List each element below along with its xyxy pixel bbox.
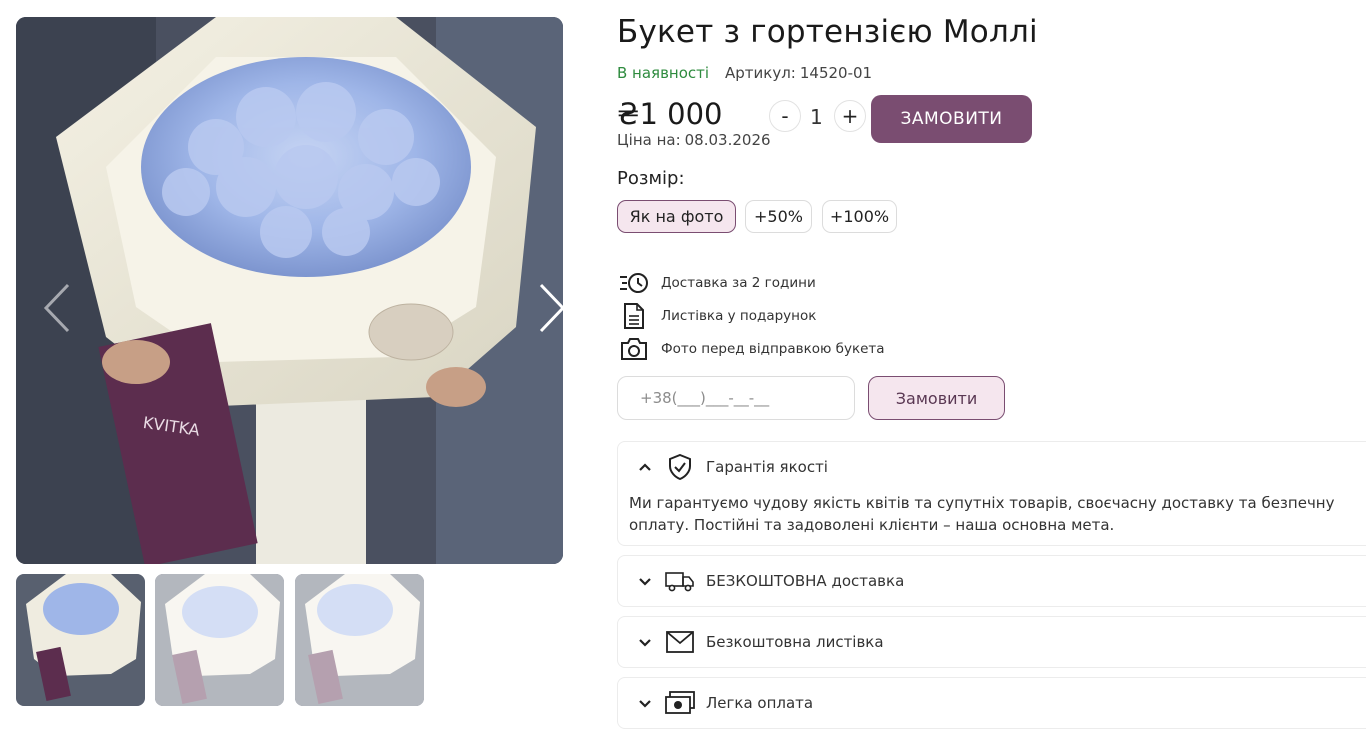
delivery-clock-icon [619, 269, 649, 297]
chevron-right-icon [539, 283, 563, 333]
shield-check-icon [664, 453, 696, 481]
money-icon [664, 689, 696, 717]
sku-label: Артикул: [725, 64, 796, 82]
feature-photo-text: Фото перед відправкою букета [661, 341, 885, 357]
accordion-quality-header[interactable]: Гарантія якості [618, 442, 1366, 492]
chevron-down-icon [639, 578, 651, 586]
availability-status: В наявності [617, 64, 710, 82]
truck-icon [664, 567, 696, 595]
thumbnail-3[interactable] [295, 574, 424, 706]
accordion-card-header[interactable]: Безкоштовна листівка [618, 617, 1366, 667]
sku-value: 14520-01 [799, 64, 873, 82]
accordion-card-title: Безкоштовна листівка [706, 633, 884, 651]
phone-input[interactable] [617, 376, 855, 420]
chevron-down-icon [639, 700, 651, 708]
size-label: Розмір: [617, 168, 685, 189]
product-sku: Артикул: 14520-01 [725, 64, 872, 82]
document-icon [619, 302, 649, 330]
accordion-delivery-title: БЕЗКОШТОВНА доставка [706, 572, 905, 590]
accordion-payment: Легка оплата [617, 677, 1366, 729]
feature-delivery: Доставка за 2 години [619, 269, 816, 297]
thumbnail-1[interactable] [16, 574, 145, 706]
accordion-delivery-header[interactable]: БЕЗКОШТОВНА доставка [618, 556, 1366, 606]
order-button[interactable]: ЗАМОВИТИ [871, 95, 1032, 143]
size-option-as-photo[interactable]: Як на фото [617, 200, 736, 233]
accordion-delivery: БЕЗКОШТОВНА доставка [617, 555, 1366, 607]
size-option-plus-100[interactable]: +100% [822, 200, 897, 233]
envelope-icon [664, 628, 696, 656]
price-date-value: 08.03.2026 [684, 131, 771, 149]
camera-icon [619, 335, 649, 363]
feature-card-text: Листівка у подарунок [661, 308, 817, 324]
chevron-left-icon [43, 283, 70, 333]
price-date: Ціна на: 08.03.2026 [617, 131, 771, 149]
price-date-label: Ціна на: [617, 131, 681, 149]
accordion-card: Безкоштовна листівка [617, 616, 1366, 668]
product-price: ₴1 000 [617, 97, 723, 131]
product-title: Букет з гортензією Моллі [617, 14, 1038, 50]
thumbnail-image [295, 574, 424, 706]
accordion-payment-title: Легка оплата [706, 694, 814, 712]
thumbnail-image [155, 574, 284, 706]
size-option-plus-50[interactable]: +50% [745, 200, 812, 233]
chevron-up-icon [639, 463, 651, 471]
feature-photo: Фото перед відправкою букета [619, 335, 885, 363]
accordion-quality: Гарантія якості Ми гарантуємо чудову які… [617, 441, 1366, 546]
quantity-decrease-button[interactable]: - [769, 100, 801, 132]
accordion-payment-header[interactable]: Легка оплата [618, 678, 1366, 728]
quick-order-button[interactable]: Замовити [868, 376, 1005, 420]
gallery-prev-button[interactable] [42, 282, 72, 334]
quantity-value: 1 [810, 105, 823, 129]
bouquet-photo: KVITKA [16, 17, 563, 564]
thumbnail-image [16, 574, 145, 706]
accordion-quality-title: Гарантія якості [706, 458, 828, 476]
thumbnail-2[interactable] [155, 574, 284, 706]
product-main-photo: KVITKA [16, 17, 563, 564]
gallery-next-button[interactable] [537, 282, 563, 334]
accordion-quality-body: Ми гарантуємо чудову якість квітів та су… [629, 494, 1335, 534]
quantity-increase-button[interactable]: + [834, 100, 866, 132]
feature-delivery-text: Доставка за 2 години [661, 275, 816, 291]
feature-card: Листівка у подарунок [619, 302, 816, 330]
chevron-down-icon [639, 639, 651, 647]
